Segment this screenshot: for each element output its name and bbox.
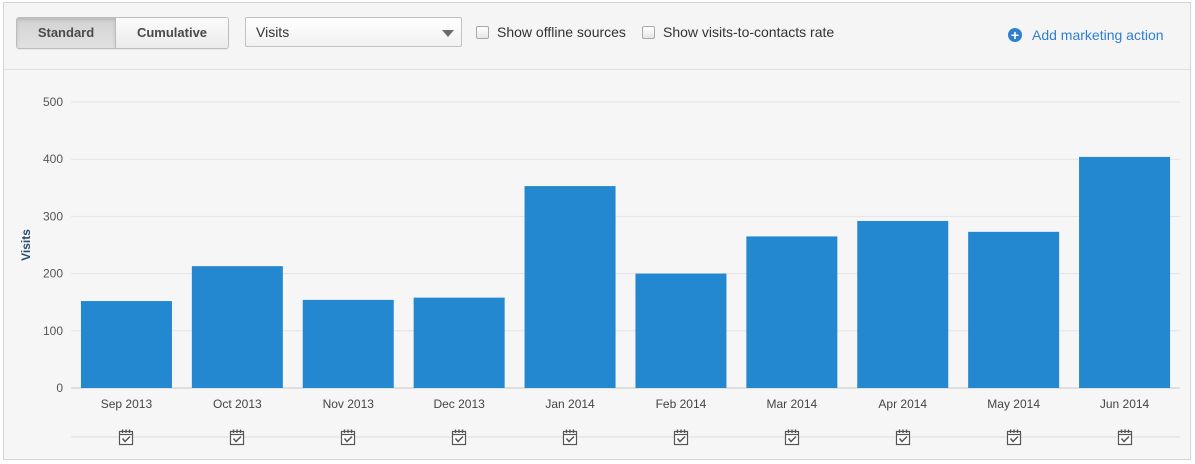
x-tick-label: Nov 2013 <box>323 397 375 411</box>
bar[interactable] <box>1079 156 1171 388</box>
calendar-check-icon[interactable] <box>118 429 134 446</box>
calendar-check-icon[interactable] <box>340 429 356 446</box>
y-tick-label: 300 <box>43 209 63 223</box>
y-tick-label: 500 <box>43 95 63 109</box>
calendar-check-icon[interactable] <box>784 429 800 446</box>
bar[interactable] <box>635 273 727 388</box>
x-tick-label: Mar 2014 <box>766 397 817 411</box>
calendar-check-icon[interactable] <box>1117 429 1133 446</box>
bar[interactable] <box>302 299 394 388</box>
x-tick-label: Apr 2014 <box>878 397 927 411</box>
y-tick-label: 200 <box>43 267 63 281</box>
y-axis-title: Visits <box>19 229 33 261</box>
x-tick-label: Dec 2013 <box>433 397 485 411</box>
calendar-check-icon[interactable] <box>451 429 467 446</box>
bar[interactable] <box>857 220 949 388</box>
y-tick-label: 0 <box>56 381 63 395</box>
calendar-check-icon[interactable] <box>673 429 689 446</box>
visits-bar-chart: 0 100 200 300 400 500 Visits Sep 2013 Oct 2013 No… <box>19 95 1180 446</box>
x-tick-label: Jan 2014 <box>545 397 595 411</box>
x-tick-label: Feb 2014 <box>656 397 707 411</box>
bar[interactable] <box>968 231 1060 388</box>
x-tick-label: Oct 2013 <box>213 397 262 411</box>
calendar-check-icon[interactable] <box>1006 429 1022 446</box>
x-tick-label: Jun 2014 <box>1100 397 1150 411</box>
y-tick-label: 100 <box>43 324 63 338</box>
y-tick-label: 400 <box>43 152 63 166</box>
calendar-check-icon[interactable] <box>895 429 911 446</box>
x-tick-label: May 2014 <box>987 397 1040 411</box>
bar[interactable] <box>191 266 283 388</box>
calendar-check-icon[interactable] <box>229 429 245 446</box>
calendar-check-icon[interactable] <box>562 429 578 446</box>
bar[interactable] <box>746 236 838 388</box>
bar[interactable] <box>80 301 172 388</box>
bar[interactable] <box>413 297 505 388</box>
x-tick-label: Sep 2013 <box>101 397 153 411</box>
bar[interactable] <box>524 186 616 388</box>
